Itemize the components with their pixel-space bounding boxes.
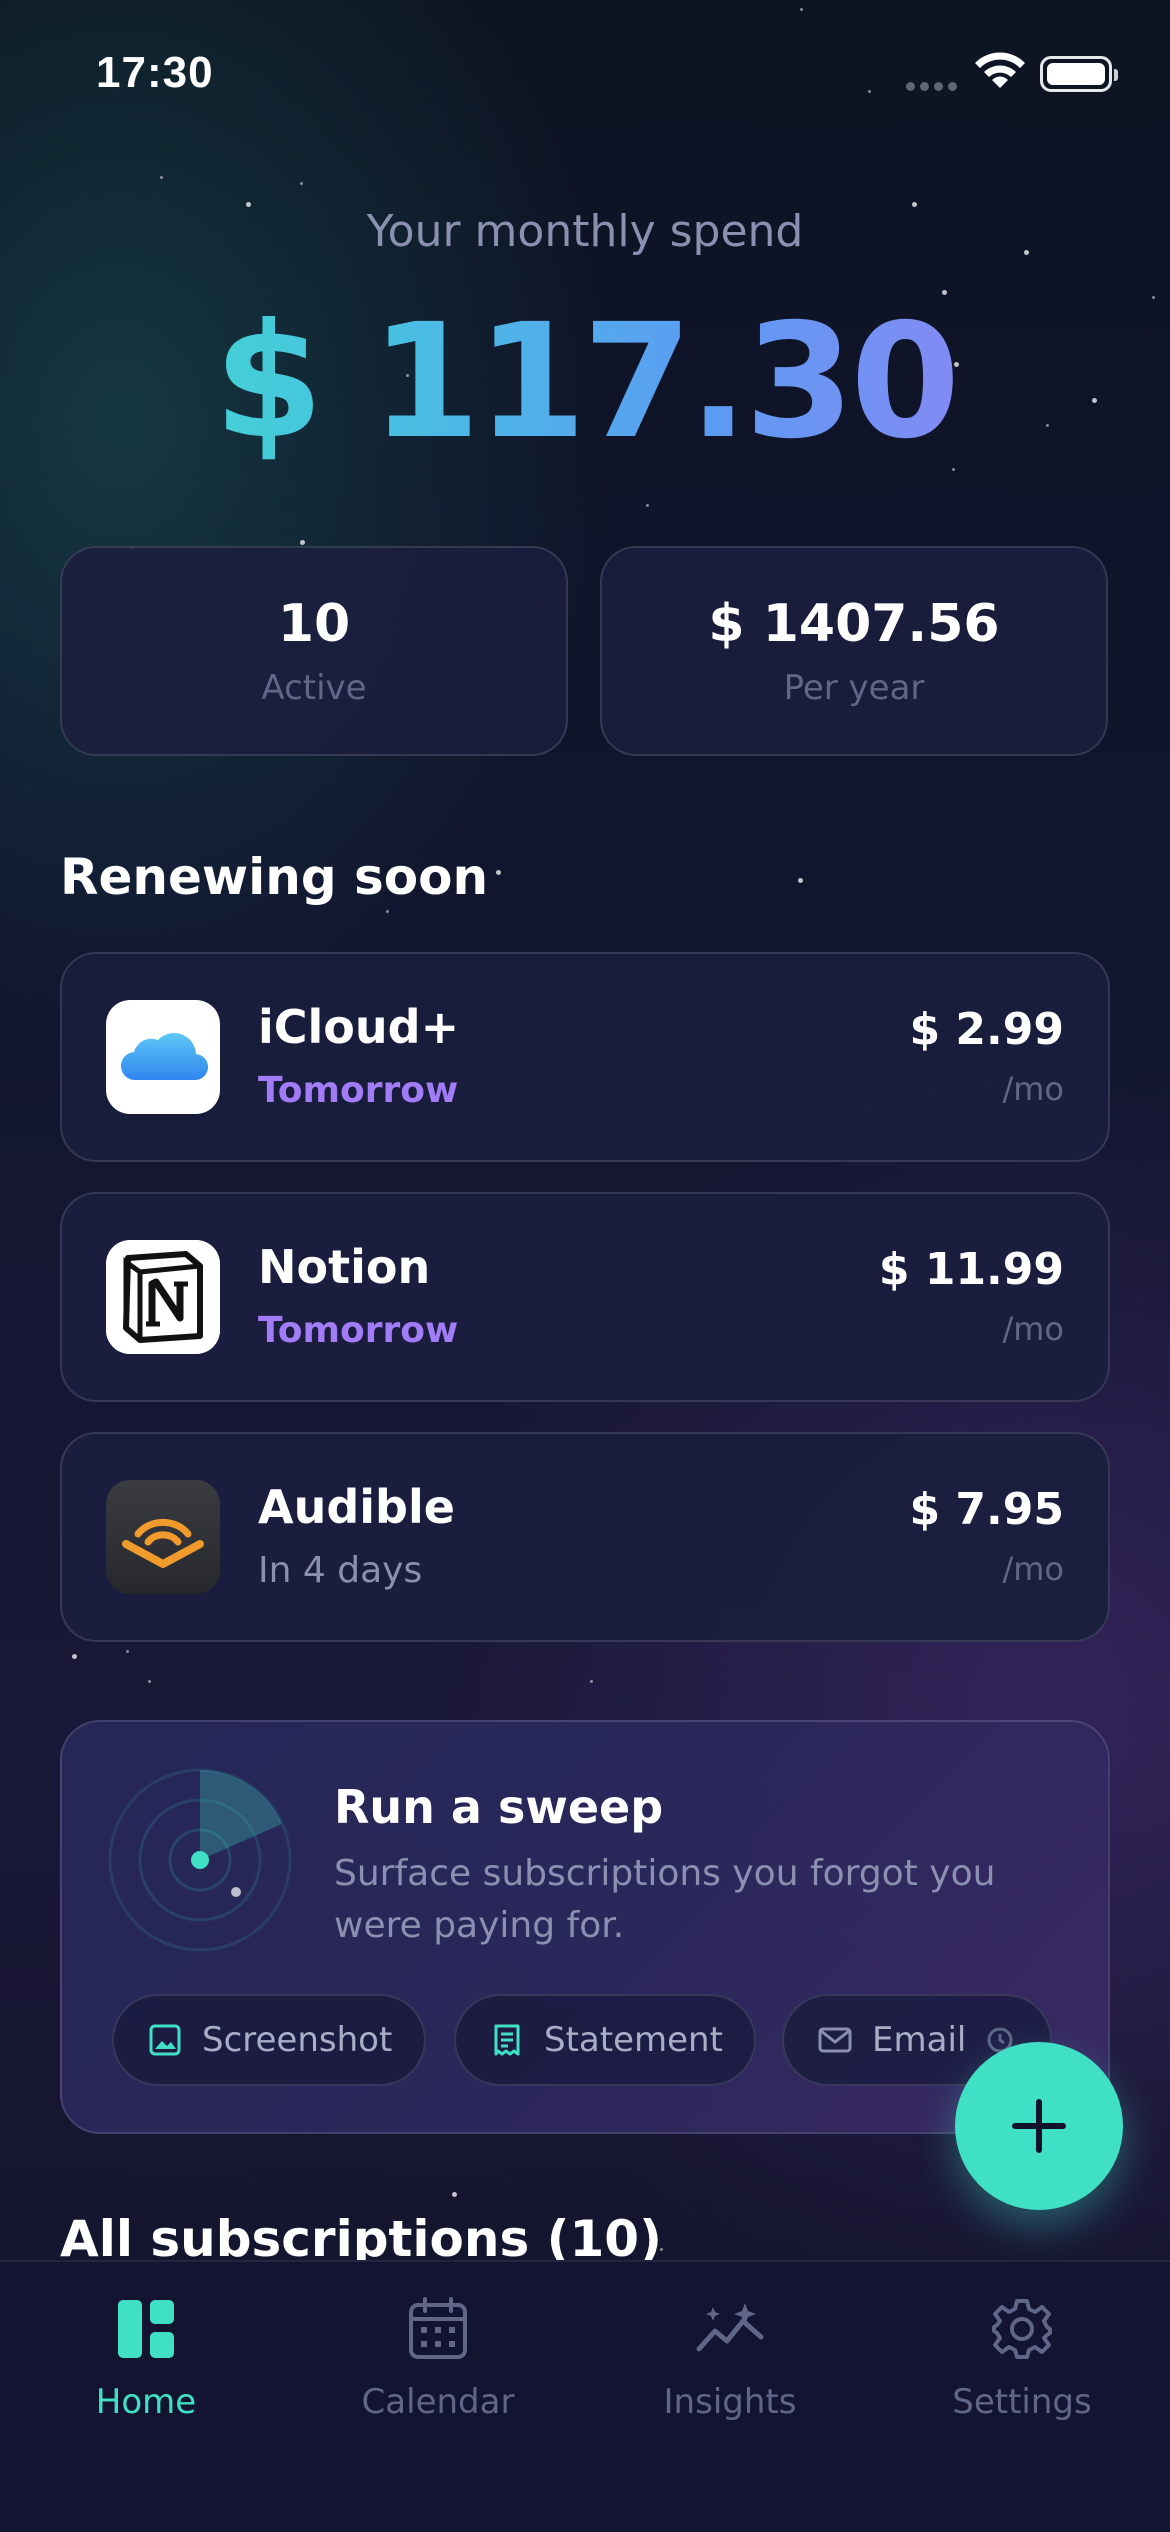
subscription-card-notion[interactable]: Notion Tomorrow $ 11.99 /mo <box>60 1192 1110 1402</box>
tab-label: Calendar <box>361 2382 515 2422</box>
subscription-card-icloud[interactable]: iCloud+ Tomorrow $ 2.99 /mo <box>60 952 1110 1162</box>
plus-icon <box>1012 2099 1066 2153</box>
dashboard-icon <box>118 2300 174 2358</box>
renewal-date: In 4 days <box>258 1550 423 1591</box>
active-count-value: 10 <box>277 594 351 654</box>
radar-icon <box>108 1768 292 1952</box>
all-subscriptions-title: All subscriptions (10) <box>60 2210 662 2260</box>
tab-label: Home <box>95 2382 197 2422</box>
active-count-label: Active <box>261 668 367 708</box>
subscription-price: $ 7.95 <box>909 1484 1065 1535</box>
sweep-card[interactable]: Run a sweep Surface subscriptions you fo… <box>60 1720 1110 2134</box>
chip-label: Statement <box>544 2020 723 2060</box>
trend-sparkle-icon <box>696 2303 764 2352</box>
status-bar: 17:30 <box>0 0 1170 140</box>
subscription-price: $ 2.99 <box>909 1004 1065 1055</box>
cellular-signal-icon <box>906 82 960 92</box>
image-icon <box>149 2024 181 2056</box>
wifi-icon <box>975 52 1025 88</box>
audible-logo-icon <box>106 1480 220 1594</box>
monthly-spend-amount: $ 117.30 <box>0 290 1170 474</box>
chip-label: Email <box>872 2020 967 2060</box>
gear-icon <box>992 2299 1052 2359</box>
tab-insights[interactable]: Insights <box>584 2292 876 2422</box>
renewing-soon-title: Renewing soon <box>60 848 489 906</box>
renewal-date: Tomorrow <box>258 1310 459 1351</box>
subscription-price: $ 11.99 <box>878 1244 1064 1295</box>
subscription-name: Notion <box>258 1240 431 1294</box>
chip-label: Screenshot <box>202 2020 393 2060</box>
sweep-title: Run a sweep <box>334 1780 664 1834</box>
tab-settings[interactable]: Settings <box>876 2292 1168 2422</box>
notion-logo-icon <box>106 1240 220 1354</box>
tab-label: Insights <box>663 2382 797 2422</box>
billing-period: /mo <box>1002 1310 1064 1348</box>
mail-icon <box>818 2027 852 2053</box>
renewal-date: Tomorrow <box>258 1070 459 1111</box>
subscription-name: Audible <box>258 1480 455 1534</box>
status-time: 17:30 <box>96 48 214 97</box>
subscription-name: iCloud+ <box>258 1000 460 1054</box>
statement-chip[interactable]: Statement <box>454 1994 756 2086</box>
icloud-logo-icon <box>106 1000 220 1114</box>
sweep-description: Surface subscriptions you forgot you wer… <box>334 1853 996 1946</box>
tab-bar: Home Calendar Insights Settings <box>0 2260 1170 2532</box>
battery-icon <box>1040 56 1118 92</box>
active-count-card[interactable]: 10 Active <box>60 546 568 756</box>
tab-calendar[interactable]: Calendar <box>292 2292 584 2422</box>
subscription-card-audible[interactable]: Audible In 4 days $ 7.95 /mo <box>60 1432 1110 1642</box>
billing-period: /mo <box>1002 1070 1064 1108</box>
tab-label: Settings <box>952 2382 1092 2422</box>
monthly-spend-label: Your monthly spend <box>366 206 804 257</box>
tab-home[interactable]: Home <box>0 2292 292 2422</box>
calendar-icon <box>409 2297 467 2359</box>
billing-period: /mo <box>1002 1550 1064 1588</box>
per-year-card[interactable]: $ 1407.56 Per year <box>600 546 1108 756</box>
receipt-icon <box>494 2024 520 2056</box>
per-year-label: Per year <box>783 668 925 708</box>
screenshot-chip[interactable]: Screenshot <box>112 1994 426 2086</box>
add-subscription-button[interactable] <box>955 2042 1123 2210</box>
per-year-value: $ 1407.56 <box>708 594 1000 654</box>
